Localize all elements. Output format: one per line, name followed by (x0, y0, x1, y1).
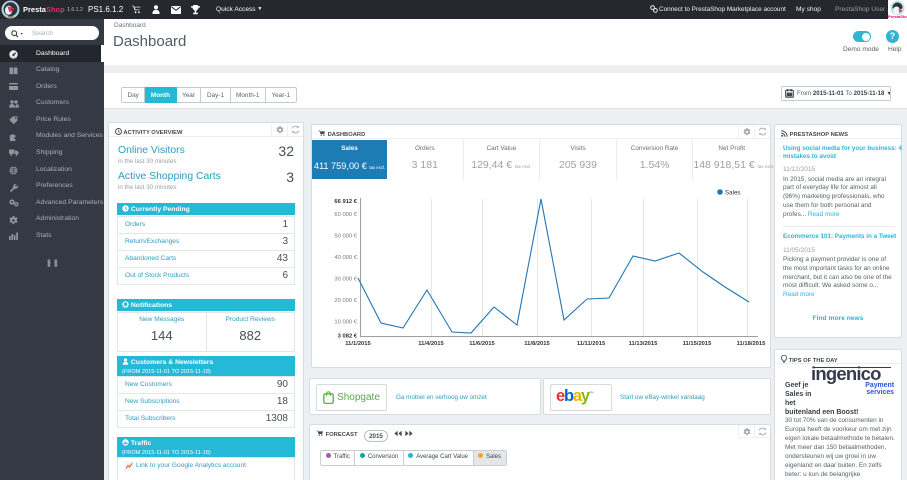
svg-text:50 000 €: 50 000 € (334, 234, 357, 240)
svg-text:30 000 €: 30 000 € (334, 277, 357, 283)
svg-text:11/8/2015: 11/8/2015 (524, 341, 550, 347)
svg-text:11/15/2015: 11/15/2015 (683, 341, 712, 347)
svg-text:10 000 €: 10 000 € (334, 320, 357, 326)
svg-text:11/13/2015: 11/13/2015 (629, 341, 658, 347)
svg-text:3 082 €: 3 082 € (338, 334, 358, 340)
svg-text:Sales: Sales (725, 190, 740, 197)
svg-text:60 000 €: 60 000 € (334, 212, 357, 218)
svg-text:11/4/2015: 11/4/2015 (418, 341, 444, 347)
svg-text:11/1/2015: 11/1/2015 (345, 341, 371, 347)
svg-text:11/11/2015: 11/11/2015 (577, 341, 606, 347)
svg-text:66 912 €: 66 912 € (334, 199, 357, 205)
svg-text:20 000 €: 20 000 € (334, 298, 357, 304)
svg-text:11/18/2015: 11/18/2015 (737, 341, 766, 347)
svg-text:11/6/2015: 11/6/2015 (469, 341, 495, 347)
svg-text:40 000 €: 40 000 € (334, 255, 357, 261)
